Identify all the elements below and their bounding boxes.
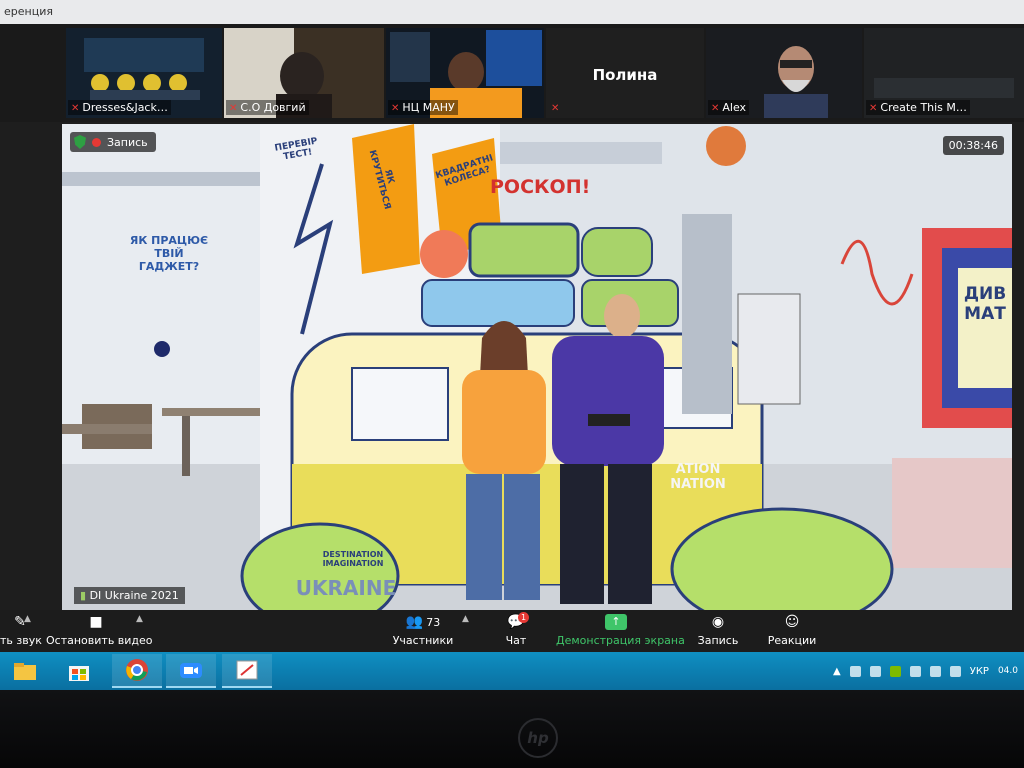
participants-button[interactable]: 👥 73 Участники <box>390 612 456 650</box>
tray-chevron-up-icon[interactable]: ▲ <box>833 666 841 677</box>
signal-strength-icon: ▮ <box>80 589 87 602</box>
exhibit-sign-wonder: ДИВ МАТ <box>963 284 1007 324</box>
monitor-bezel-bottom <box>0 690 1024 768</box>
mic-off-icon: ✕ <box>711 103 720 114</box>
volume-icon[interactable] <box>949 665 961 677</box>
main-speaker-video[interactable]: ЯК ПРАЦЮЄ ТВІЙ ГАДЖЕТ? РОСКОП! ПЕРЕВІР Т… <box>62 124 1012 610</box>
meeting-timer: 00:38:46 <box>942 136 1004 155</box>
gallery-tile[interactable]: Полина ✕ <box>546 28 704 118</box>
reactions-button[interactable]: ☺ Реакции <box>766 612 818 650</box>
participants-icon: 👥 73 <box>405 614 441 630</box>
security-tray-icon[interactable] <box>889 665 901 677</box>
system-tray: ▲ УКР 04.0 <box>833 652 1024 690</box>
gallery-tile[interactable]: ✕ Dresses&Jack… <box>66 28 222 118</box>
gallery-tile[interactable]: ✕ НЦ МАНУ <box>386 28 544 118</box>
gallery-tile[interactable]: ✕ Alex <box>706 28 862 118</box>
recording-indicator[interactable]: Запись <box>70 132 156 152</box>
battery-icon[interactable] <box>909 665 921 677</box>
participant-name: ✕ НЦ МАНУ <box>388 100 458 115</box>
gallery-tile[interactable]: ✕ Create This M… <box>864 28 1024 118</box>
shield-icon <box>74 135 86 149</box>
share-screen-icon: ↑ <box>605 614 627 630</box>
video-gallery-strip: ✕ Dresses&Jack… ✕ С.О Довгий ✕ НЦ МАНУ Поли <box>0 24 1024 122</box>
mute-button[interactable]: ✎ ть звук <box>0 612 42 650</box>
participant-name: ✕ С.О Довгий <box>226 100 309 115</box>
hp-logo-icon: hp <box>518 718 558 758</box>
participant-name-centered: Полина <box>592 66 658 84</box>
share-screen-button[interactable]: ↑ Демонстрация экрана <box>556 612 685 650</box>
chevron-up-icon[interactable]: ▲ <box>462 614 469 624</box>
chat-icon: 💬 <box>507 614 525 630</box>
network-icon[interactable] <box>929 665 941 677</box>
exhibit-sign-kaleidoscope: РОСКОП! <box>490 176 591 198</box>
zoom-tray-icon[interactable] <box>869 665 881 677</box>
gallery-tile[interactable]: ✕ С.О Довгий <box>224 28 384 118</box>
chat-unread-badge: 1 <box>518 612 530 623</box>
record-button[interactable]: ◉ Запись <box>696 612 740 650</box>
participant-mic-status: ✕ <box>548 100 565 115</box>
participant-name: ✕ Create This M… <box>866 100 970 115</box>
window-title: еренция <box>0 0 1024 24</box>
clock-date[interactable]: 04.0 <box>998 666 1018 676</box>
recording-label: Запись <box>107 135 148 149</box>
mic-off-icon: ✕ <box>391 103 400 114</box>
windows-taskbar: ▲ УКР 04.0 <box>0 652 1024 690</box>
screen: еренция ✕ Dresses&Jack… ✕ С.О Довгий ✕ Н… <box>0 0 1024 690</box>
paint-app-icon[interactable] <box>222 654 272 688</box>
meeting-toolbar: ✎ ть звук ▲ ■ Остановить видео ▲ 👥 73 Уч… <box>0 610 1024 652</box>
video-camera-icon: ■ <box>89 614 103 630</box>
record-dot-icon <box>92 137 101 147</box>
chevron-up-icon[interactable]: ▲ <box>136 614 143 624</box>
speaker-name-label: ▮ DI Ukraine 2021 <box>74 587 185 604</box>
stop-video-button[interactable]: ■ Остановить видео <box>46 612 153 650</box>
chat-button[interactable]: 💬 1 Чат <box>496 612 536 650</box>
mic-off-icon: ✕ <box>551 103 560 114</box>
brand-ukraine: UKRAINE <box>295 576 397 600</box>
keyboard-language-indicator[interactable]: УКР <box>970 666 989 677</box>
chrome-icon[interactable] <box>112 654 162 688</box>
zoom-app-icon[interactable] <box>166 654 216 688</box>
participant-name: ✕ Dresses&Jack… <box>68 100 171 115</box>
participant-name: ✕ Alex <box>708 100 750 115</box>
exhibit-sign-gadget: ЯК ПРАЦЮЄ ТВІЙ ГАДЖЕТ? <box>129 234 209 273</box>
microphone-icon: ✎ <box>14 614 26 630</box>
record-icon: ◉ <box>711 614 725 630</box>
brand-destination: DESTINATION IMAGINATION <box>322 550 384 568</box>
microphone-tray-icon[interactable] <box>849 665 861 677</box>
file-explorer-icon[interactable] <box>0 654 50 688</box>
chevron-up-icon[interactable]: ▲ <box>24 614 31 624</box>
participants-count: 73 <box>426 615 441 629</box>
smiley-icon: ☺ <box>784 614 800 630</box>
van-imagination-text: ATION NATION <box>670 462 726 492</box>
mic-off-icon: ✕ <box>229 103 238 114</box>
mic-off-icon: ✕ <box>869 103 878 114</box>
store-icon[interactable] <box>54 654 104 688</box>
mic-off-icon: ✕ <box>71 103 80 114</box>
